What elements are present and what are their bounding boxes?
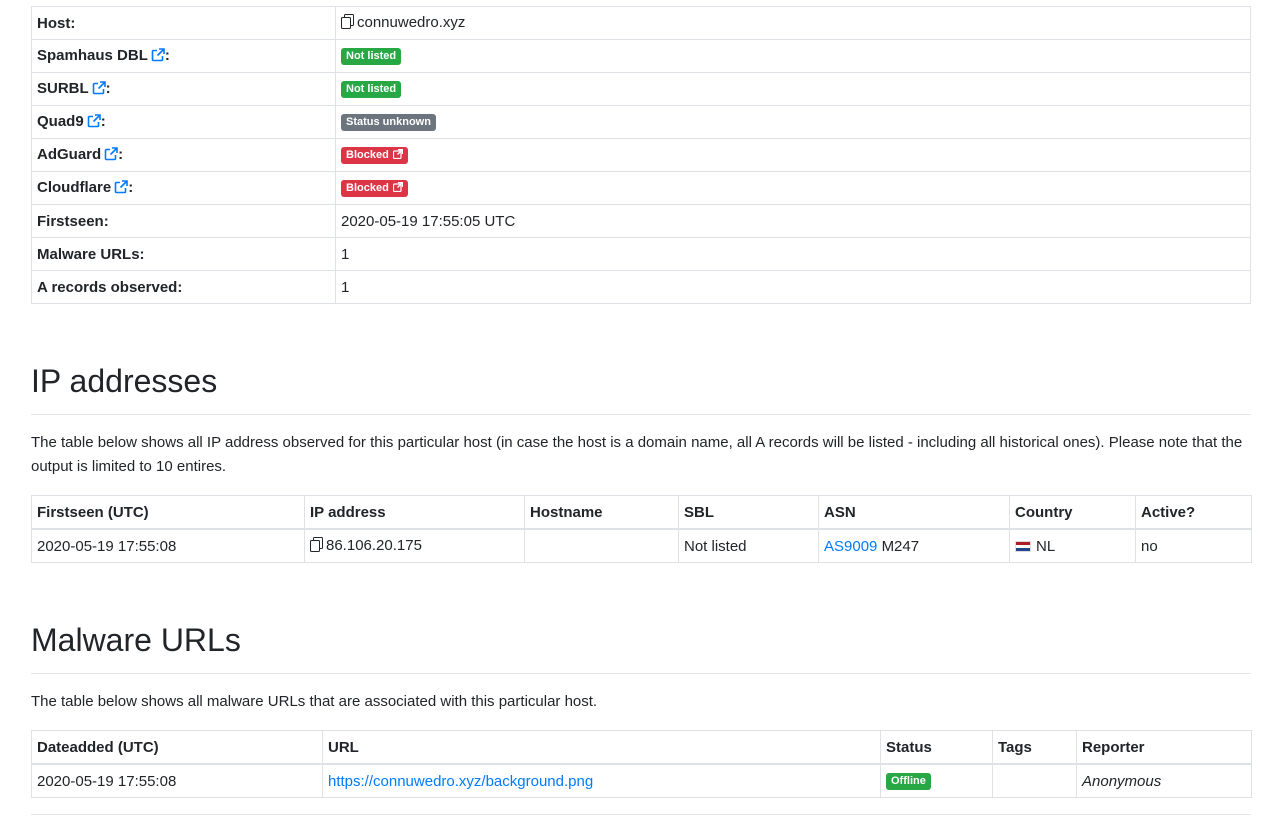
nl-flag-icon <box>1015 540 1031 552</box>
column-header: Hostname <box>524 495 679 530</box>
info-row-cloudflare: Cloudflare: Blocked <box>31 171 1251 205</box>
info-label: Malware URLs: <box>31 237 336 271</box>
info-label: AdGuard <box>37 145 102 163</box>
info-row-quad9: Quad9: Status unknown <box>31 105 1251 139</box>
info-label: Quad9 <box>37 112 84 130</box>
external-link-icon[interactable] <box>151 47 165 66</box>
column-header: Reporter <box>1076 730 1252 765</box>
firstseen-cell: 2020-05-19 17:55:08 <box>31 528 305 563</box>
info-row-a-records: A records observed: 1 <box>31 270 1251 304</box>
info-label: Spamhaus DBL <box>37 46 148 64</box>
column-header: Status <box>880 730 993 765</box>
info-label: Cloudflare <box>37 178 112 196</box>
table-header-row: Firstseen (UTC) IP address Hostname SBL … <box>31 495 1252 530</box>
status-cell: Offline <box>880 763 993 798</box>
status-badge: Offline <box>886 773 931 790</box>
country-cell: NL <box>1009 528 1136 563</box>
dateadded-cell: 2020-05-19 17:55:08 <box>31 763 323 798</box>
divider <box>31 814 1251 815</box>
ip-table: Firstseen (UTC) IP address Hostname SBL … <box>31 495 1252 563</box>
ip-cell: 86.106.20.175 <box>304 528 525 563</box>
status-badge: Not listed <box>341 48 402 65</box>
malware-table-panel: Dateadded (UTC) URL Status Tags Reporter… <box>31 730 1252 798</box>
url-cell: https://connuwedro.xyz/background.png <box>322 763 881 798</box>
hostname-cell <box>524 528 679 563</box>
info-value: 2020-05-19 17:55:05 UTC <box>335 204 1251 238</box>
info-row-malware-urls: Malware URLs: 1 <box>31 237 1251 271</box>
info-row-surbl: SURBL: Not listed <box>31 72 1251 106</box>
info-value: 1 <box>335 270 1251 304</box>
ip-section-title: IP addresses <box>31 363 218 399</box>
host-info-table: Host: connuwedro.xyz Spamhaus DBL: Not l… <box>31 6 1251 304</box>
asn-cell: AS9009 M247 <box>818 528 1010 563</box>
copy-icon[interactable] <box>341 13 354 33</box>
external-link-icon[interactable] <box>104 146 118 165</box>
info-row-firstseen: Firstseen: 2020-05-19 17:55:05 UTC <box>31 204 1251 238</box>
column-header: IP address <box>304 495 525 530</box>
malware-urls-table: Dateadded (UTC) URL Status Tags Reporter… <box>31 730 1252 798</box>
active-cell: no <box>1135 528 1252 563</box>
reporter-name: Anonymous <box>1082 772 1162 790</box>
host-info-panel: Host: connuwedro.xyz Spamhaus DBL: Not l… <box>31 6 1251 304</box>
info-value: 1 <box>335 237 1251 271</box>
reporter-cell: Anonymous <box>1076 763 1252 798</box>
tags-cell <box>992 763 1077 798</box>
info-label: SURBL <box>37 79 89 97</box>
info-label: A records observed: <box>31 270 336 304</box>
column-header: Dateadded (UTC) <box>31 730 323 765</box>
column-header: URL <box>322 730 881 765</box>
info-label: Host: <box>31 6 336 40</box>
divider <box>31 673 1251 674</box>
ip-table-panel: Firstseen (UTC) IP address Hostname SBL … <box>31 495 1252 563</box>
country-code: NL <box>1036 537 1056 555</box>
status-badge: Status unknown <box>341 114 436 131</box>
malware-url-link[interactable]: https://connuwedro.xyz/background.png <box>328 773 593 790</box>
ip-address: 86.106.20.175 <box>326 536 422 554</box>
info-value: connuwedro.xyz <box>335 6 1251 40</box>
asn-link[interactable]: AS9009 <box>824 538 877 555</box>
copy-icon[interactable] <box>310 536 323 556</box>
column-header: Tags <box>992 730 1077 765</box>
info-row-host: Host: connuwedro.xyz <box>31 6 1251 40</box>
info-row-spamhaus: Spamhaus DBL: Not listed <box>31 39 1251 73</box>
table-row: 2020-05-19 17:55:08 86.106.20.175 Not li… <box>31 528 1252 563</box>
external-link-icon <box>392 181 403 193</box>
info-label: Firstseen: <box>31 204 336 238</box>
table-header-row: Dateadded (UTC) URL Status Tags Reporter <box>31 730 1252 765</box>
malware-section-description: The table below shows all malware URLs t… <box>31 693 598 710</box>
table-row: 2020-05-19 17:55:08 https://connuwedro.x… <box>31 763 1252 798</box>
divider <box>31 414 1251 415</box>
blocked-badge[interactable]: Blocked <box>341 180 408 197</box>
info-row-adguard: AdGuard: Blocked <box>31 138 1251 172</box>
external-link-icon[interactable] <box>87 113 101 132</box>
malware-section-title: Malware URLs <box>31 622 241 658</box>
sbl-cell: Not listed <box>678 528 819 563</box>
column-header: Country <box>1009 495 1136 530</box>
column-header: SBL <box>678 495 819 530</box>
external-link-icon[interactable] <box>114 179 128 198</box>
column-header: ASN <box>818 495 1010 530</box>
asn-name: M247 <box>881 537 920 555</box>
ip-section-description: The table below shows all IP address obs… <box>31 434 1243 475</box>
external-link-icon[interactable] <box>92 80 106 99</box>
blocked-badge[interactable]: Blocked <box>341 147 408 164</box>
external-link-icon <box>392 148 403 160</box>
column-header: Active? <box>1135 495 1252 530</box>
column-header: Firstseen (UTC) <box>31 495 305 530</box>
host-value: connuwedro.xyz <box>357 13 466 31</box>
status-badge: Not listed <box>341 81 402 98</box>
